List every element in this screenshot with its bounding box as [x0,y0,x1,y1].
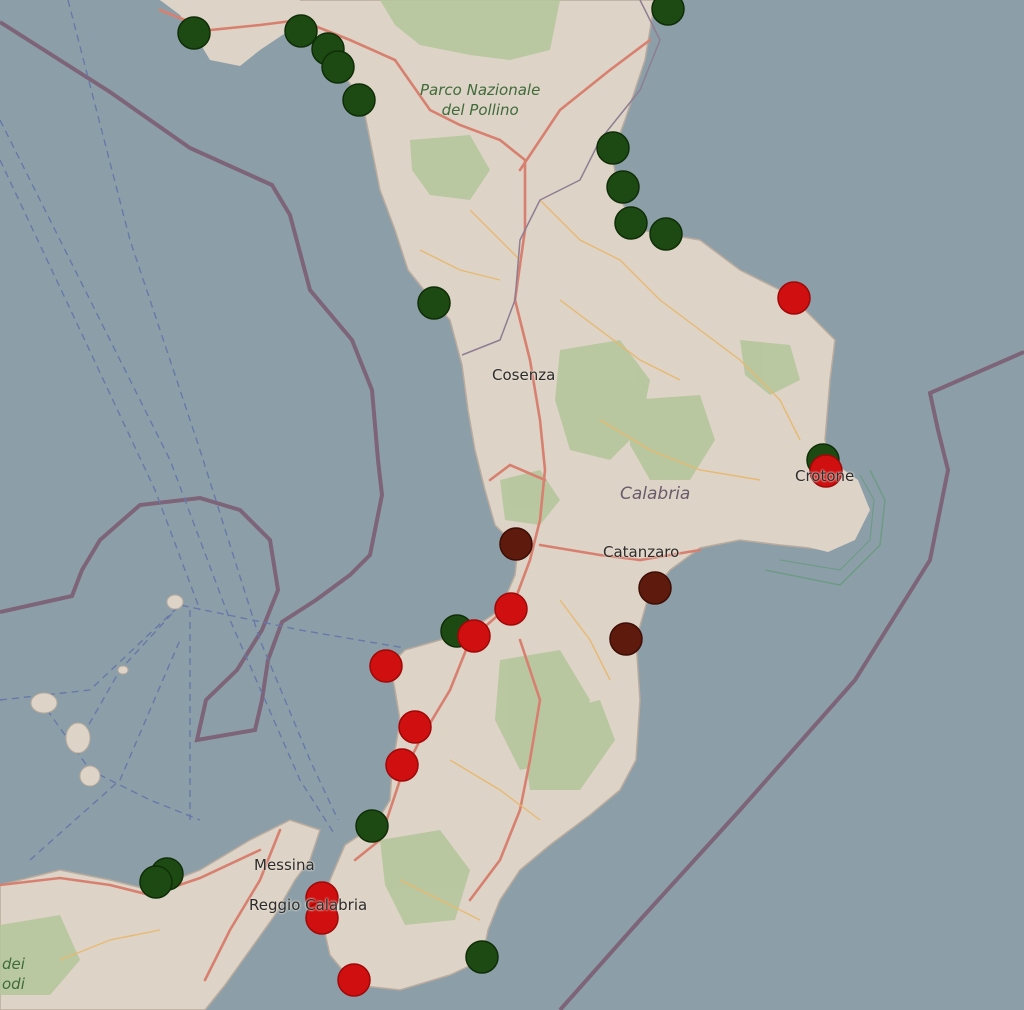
city-label-reggio-calabria: Reggio Calabria [249,896,368,914]
city-label-messina: Messina [254,856,315,874]
city-label-crotone: Crotone [795,467,855,485]
park-label-line2: del Pollino [441,101,519,119]
map-view[interactable]: Parco Nazionale del Pollino Cosenza Cala… [0,0,1024,1010]
marker-green[interactable] [417,286,451,320]
marker-green[interactable] [321,50,355,84]
marker-green[interactable] [465,940,499,974]
marker-green[interactable] [342,83,376,117]
park-label: Parco Nazionale del Pollino [420,80,540,120]
marker-red[interactable] [777,281,811,315]
marker-red[interactable] [369,649,403,683]
marker-red[interactable] [398,710,432,744]
city-label-catanzaro: Catanzaro [603,543,680,561]
map-canvas[interactable] [0,0,1024,1010]
marker-red[interactable] [385,748,419,782]
city-label-cosenza: Cosenza [492,366,556,384]
marker-red[interactable] [494,592,528,626]
marker-green[interactable] [651,0,685,26]
edge-label-line1: dei [2,955,25,973]
marker-brown[interactable] [499,527,533,561]
marker-red[interactable] [457,619,491,653]
marker-green[interactable] [139,865,173,899]
marker-green[interactable] [606,170,640,204]
edge-label-line2: odi [2,975,25,993]
marker-green[interactable] [614,206,648,240]
marker-green[interactable] [177,16,211,50]
edge-label: dei odi [2,954,25,994]
marker-green[interactable] [596,131,630,165]
marker-red[interactable] [337,963,371,997]
region-label-calabria: Calabria [620,484,691,504]
marker-brown[interactable] [638,571,672,605]
marker-green[interactable] [649,217,683,251]
park-label-line1: Parco Nazionale [420,81,541,99]
marker-green[interactable] [355,809,389,843]
marker-green[interactable] [284,14,318,48]
marker-brown[interactable] [609,622,643,656]
